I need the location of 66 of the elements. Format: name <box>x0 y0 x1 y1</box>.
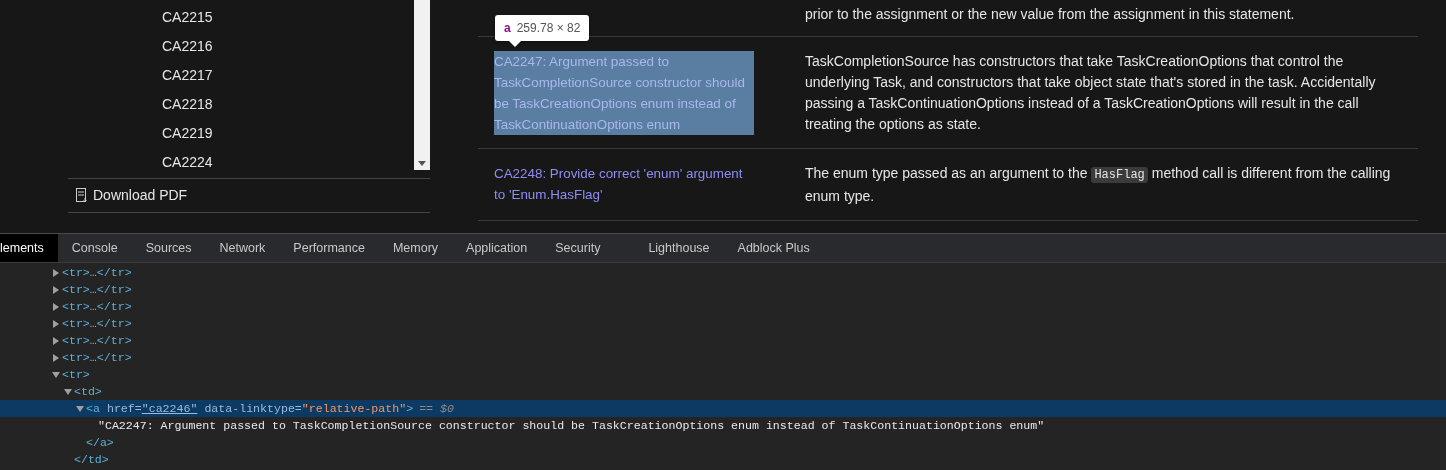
devtools-tab[interactable]: Application <box>452 234 542 262</box>
devtools-tab[interactable]: Security <box>541 234 615 262</box>
ellipsis[interactable]: … <box>89 281 97 298</box>
tooltip-pointer <box>509 41 521 47</box>
dom-tag[interactable]: </tr> <box>96 264 132 281</box>
collapsed-triangle-icon[interactable] <box>52 336 60 345</box>
rule-description: TaskCompletionSource has constructors that take TaskCreationOptions that control the underlying Task, and constructors that take object state that's stored in the task. Accidentally passing a TaskContinuationOptions instead of a TaskCreationOptions will result in the call treating the options as state. <box>805 52 1377 134</box>
sidebar-item[interactable]: CA2224 <box>68 150 414 179</box>
collapsed-triangle-icon[interactable] <box>52 353 60 362</box>
sidebar-item[interactable]: CA2216 <box>68 34 414 63</box>
dom-tag[interactable]: <a <box>86 400 100 417</box>
sidebar-item[interactable]: CA2217 <box>68 63 414 92</box>
dom-tag[interactable]: <tr> <box>62 281 90 298</box>
devtools-tab[interactable]: Lighthouse <box>634 234 724 262</box>
dom-tag[interactable]: </tr> <box>96 332 132 349</box>
sidebar-item[interactable]: CA2219 <box>68 121 414 150</box>
expanded-triangle-icon[interactable] <box>64 387 72 396</box>
ellipsis[interactable]: … <box>89 332 97 349</box>
expanded-triangle-icon[interactable] <box>52 370 60 379</box>
devtools-tab[interactable]: Memory <box>378 234 453 262</box>
document-download-icon <box>76 188 88 203</box>
ellipsis[interactable]: … <box>89 349 97 366</box>
dom-tag[interactable]: </a> <box>86 434 114 451</box>
ellipsis[interactable]: … <box>89 315 97 332</box>
attribute-link[interactable]: "ca2246" <box>141 400 198 417</box>
collapsed-triangle-icon[interactable] <box>52 268 60 277</box>
scrollbar[interactable] <box>414 0 430 170</box>
dom-tag[interactable]: <tr> <box>62 264 90 281</box>
download-pdf-link[interactable]: Download PDF <box>76 185 188 206</box>
ellipsis[interactable]: … <box>89 298 97 315</box>
dom-tag[interactable]: <tr> <box>62 332 90 349</box>
sidebar-item[interactable]: CA2218 <box>68 92 414 121</box>
devtools-tab[interactable]: Adblock Plus <box>723 234 824 262</box>
devtools-tab[interactable]: lements <box>0 234 58 262</box>
attribute-value: "relative-path" <box>301 401 407 417</box>
ellipsis[interactable]: … <box>89 264 97 281</box>
scroll-down-arrow-icon[interactable] <box>418 161 426 166</box>
element-size-tooltip: a 259.78 × 82 <box>495 15 590 41</box>
dom-text: "CA2247: Argument passed to TaskCompletionSource constructor should be TaskCreationOptions enum instead of TaskContinuationOptions enum" <box>98 418 1045 434</box>
expanded-triangle-icon[interactable] <box>76 404 84 413</box>
rule-link[interactable]: CA2248: Provide correct 'enum' argument to 'Enum.HasFlag' <box>494 163 754 205</box>
dom-tag[interactable]: > <box>406 400 414 417</box>
devtools-tab[interactable]: Console <box>57 234 132 262</box>
dom-tag[interactable]: </td> <box>74 451 109 468</box>
devtools-tab[interactable]: Performance <box>279 234 379 262</box>
attribute-name: data-linktype= <box>204 401 302 417</box>
rule-description: The enum type passed as an argument to the HasFlag method call is different from the calling enum type. <box>805 164 1392 206</box>
dom-tag[interactable]: </tr> <box>96 281 132 298</box>
attribute-name: href= <box>106 401 142 417</box>
devtools-tab[interactable]: Sources <box>131 234 206 262</box>
dom-tag[interactable]: <tr> <box>62 349 90 366</box>
selected-marker: == $0 <box>419 401 454 417</box>
collapsed-triangle-icon[interactable] <box>52 302 60 311</box>
dom-tag[interactable]: <td> <box>74 383 102 400</box>
collapsed-triangle-icon[interactable] <box>52 319 60 328</box>
dom-tag[interactable]: </tr> <box>96 315 132 332</box>
collapsed-triangle-icon[interactable] <box>52 285 60 294</box>
dom-tag[interactable]: <tr> <box>62 315 90 332</box>
selected-dom-row[interactable]: <a href="ca2246" data-linktype="relative-path"> == $0 <box>0 400 1446 417</box>
dom-tag[interactable]: <tr> <box>62 298 90 315</box>
rule-description: prior to the assignment or the new value from the assignment in this statement. <box>805 5 1296 24</box>
devtools-tab[interactable]: Network <box>205 234 280 262</box>
dom-tag[interactable]: </tr> <box>96 298 132 315</box>
dom-tag[interactable]: <tr> <box>62 366 90 383</box>
dom-tag[interactable]: </tr> <box>96 349 132 366</box>
sidebar-item[interactable]: CA2215 <box>68 5 414 34</box>
